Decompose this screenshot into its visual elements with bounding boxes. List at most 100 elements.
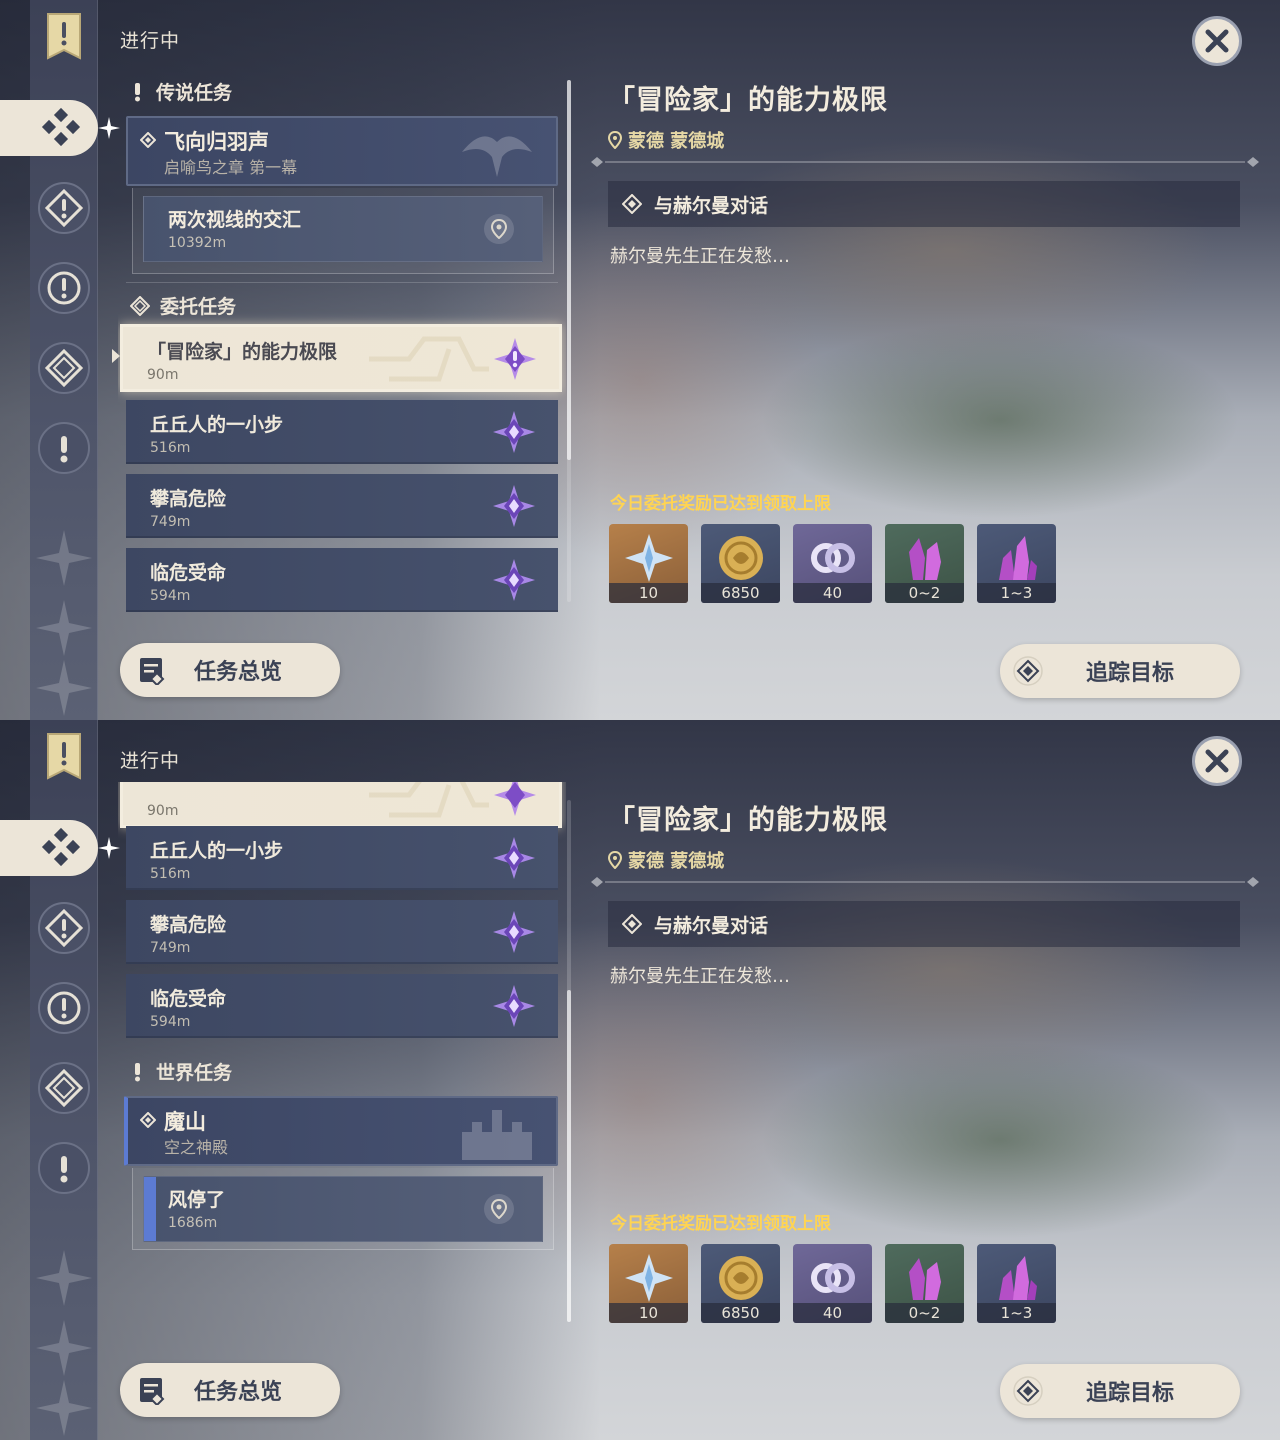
banner-icon[interactable] [46, 732, 82, 782]
close-icon [1205, 749, 1229, 773]
rail-decor-star-icon [36, 600, 92, 656]
pattern-decor [369, 782, 489, 818]
castle-emblem-icon [462, 1110, 532, 1160]
commission-title: 攀高危险 [150, 914, 227, 936]
list-scrollbar[interactable] [567, 800, 571, 1322]
track-objective-label: 追踪目标 [1086, 661, 1175, 686]
quest-book-icon [132, 1370, 172, 1410]
detail-location: 蒙德 蒙德城 [608, 847, 1248, 873]
objective-diamond-icon [622, 914, 642, 934]
reward-item[interactable]: 0~2 [885, 1244, 964, 1323]
reward-count: 40 [793, 583, 872, 603]
commission-entry[interactable]: 临危受命 594m [126, 548, 558, 612]
ore-crystal-icon [909, 1258, 941, 1300]
primogem-icon [625, 1254, 673, 1302]
scrollbar-thumb[interactable] [567, 990, 571, 1322]
commission-diamonds-icon [41, 107, 81, 147]
bird-emblem-icon [462, 136, 532, 177]
tab-commission-active[interactable] [0, 820, 98, 876]
banner-icon[interactable] [46, 12, 82, 62]
commission-entry[interactable]: 「冒险家」的能力极限 90m [120, 324, 562, 392]
status-label: 进行中 [120, 30, 181, 52]
map-pin-button[interactable] [484, 214, 514, 244]
close-icon [1205, 29, 1229, 53]
tab-archon-quests[interactable] [38, 262, 90, 314]
category-world-label: 世界任务 [156, 1062, 233, 1084]
reward-list: 10 6850 40 0~2 1~3 [609, 1244, 1056, 1323]
close-button[interactable] [1192, 736, 1242, 786]
commission-distance: 594m [150, 588, 191, 604]
track-objective-button[interactable]: 追踪目标 [1000, 1364, 1240, 1418]
map-pin-button[interactable] [484, 1194, 514, 1224]
quest-list[interactable]: 传说任务 飞向归羽声 启喻鸟之章 第一幕 两次视线的交汇 10392m 委托任务 [118, 70, 566, 620]
commission-entry[interactable]: 临危受命 594m [126, 974, 558, 1038]
commission-title: 临危受命 [150, 562, 227, 584]
commission-title: 临危受命 [150, 988, 227, 1010]
detail-location-text: 蒙德 蒙德城 [628, 851, 725, 872]
commission-entry[interactable]: 丘丘人的一小步 516m [126, 826, 558, 890]
quest-overview-button[interactable]: 任务总览 [120, 1363, 340, 1417]
detail-title: 「冒险家」的能力极限 [608, 805, 888, 836]
tab-archon-quests[interactable] [38, 982, 90, 1034]
location-pin-icon [608, 851, 622, 869]
legend-step-title: 两次视线的交汇 [168, 209, 302, 231]
world-quest-entry[interactable]: 魔山 空之神殿 [124, 1096, 558, 1166]
reward-item[interactable]: 40 [793, 1244, 872, 1323]
commission-entry[interactable]: 攀高危险 749m [126, 474, 558, 538]
category-commission: 委托任务 [130, 292, 236, 319]
quest-screen-top: 进行中 传说任务 飞向归羽声 启喻鸟之章 第一幕 两次视线的交汇 10392m [0, 0, 1280, 720]
reward-item[interactable]: 6850 [701, 524, 780, 603]
tab-legend-quests[interactable] [38, 902, 90, 954]
legend-step-group: 两次视线的交汇 10392m [132, 188, 554, 274]
detail-location-text: 蒙德 蒙德城 [628, 131, 725, 152]
commission-category-icon [130, 295, 150, 316]
commission-entry[interactable]: 丘丘人的一小步 516m [126, 400, 558, 464]
rail-decor-star-icon [36, 1380, 92, 1436]
quest-overview-label: 任务总览 [194, 1380, 283, 1405]
ore-crystal-icon [909, 538, 941, 580]
commission-entry[interactable]: 90m [120, 782, 562, 828]
tab-world-quests[interactable] [38, 1142, 90, 1194]
quest-detail: 「冒险家」的能力极限 蒙德 蒙德城 [608, 78, 1248, 153]
quest-overview-button[interactable]: 任务总览 [120, 643, 340, 697]
commission-distance: 594m [150, 1014, 191, 1030]
commission-gem-icon [494, 338, 536, 380]
tab-world-quests-diamond[interactable] [38, 1062, 90, 1114]
map-pin-icon [491, 1199, 507, 1219]
objective-text: 与赫尔曼对话 [654, 914, 769, 937]
reward-item[interactable]: 10 [609, 1244, 688, 1323]
legend-quest-entry[interactable]: 飞向归羽声 启喻鸟之章 第一幕 [126, 116, 558, 186]
tab-commission-active[interactable] [0, 100, 98, 156]
list-scrollbar[interactable] [567, 80, 571, 602]
reward-item[interactable]: 40 [793, 524, 872, 603]
reward-item[interactable]: 1~3 [977, 1244, 1056, 1323]
track-objective-button[interactable]: 追踪目标 [1000, 644, 1240, 698]
friendship-exp-icon [811, 1263, 855, 1293]
legend-step-entry[interactable]: 两次视线的交汇 10392m [143, 196, 543, 262]
tab-legend-quests[interactable] [38, 182, 90, 234]
quest-list[interactable]: 90m 丘丘人的一小步 516m 攀高危险 749m 临危受命 594m 世界任… [118, 782, 566, 1344]
commission-gem-icon [493, 559, 535, 601]
reward-count: 0~2 [885, 583, 964, 603]
scrollbar-thumb[interactable] [567, 80, 571, 460]
diamond-star-icon [44, 1068, 84, 1108]
quest-diamond-icon [140, 132, 156, 148]
reward-list: 10 6850 40 0~2 1~3 [609, 524, 1056, 603]
tab-world-quests[interactable] [38, 422, 90, 474]
world-step-entry[interactable]: 风停了 1686m [143, 1176, 543, 1242]
reward-item[interactable]: 1~3 [977, 524, 1056, 603]
reward-item[interactable]: 6850 [701, 1244, 780, 1323]
reward-item[interactable]: 0~2 [885, 524, 964, 603]
category-legend: 传说任务 [130, 78, 232, 105]
section-divider [126, 282, 558, 283]
ornament-divider [591, 877, 1259, 887]
reward-item[interactable]: 10 [609, 524, 688, 603]
commission-entry[interactable]: 攀高危险 749m [126, 900, 558, 964]
tab-world-quests-diamond[interactable] [38, 342, 90, 394]
commission-title: 攀高危险 [150, 488, 227, 510]
friendship-exp-icon [811, 543, 855, 573]
quest-overview-label: 任务总览 [194, 660, 283, 685]
map-pin-icon [491, 219, 507, 239]
close-button[interactable] [1192, 16, 1242, 66]
category-world: 世界任务 [130, 1058, 232, 1085]
